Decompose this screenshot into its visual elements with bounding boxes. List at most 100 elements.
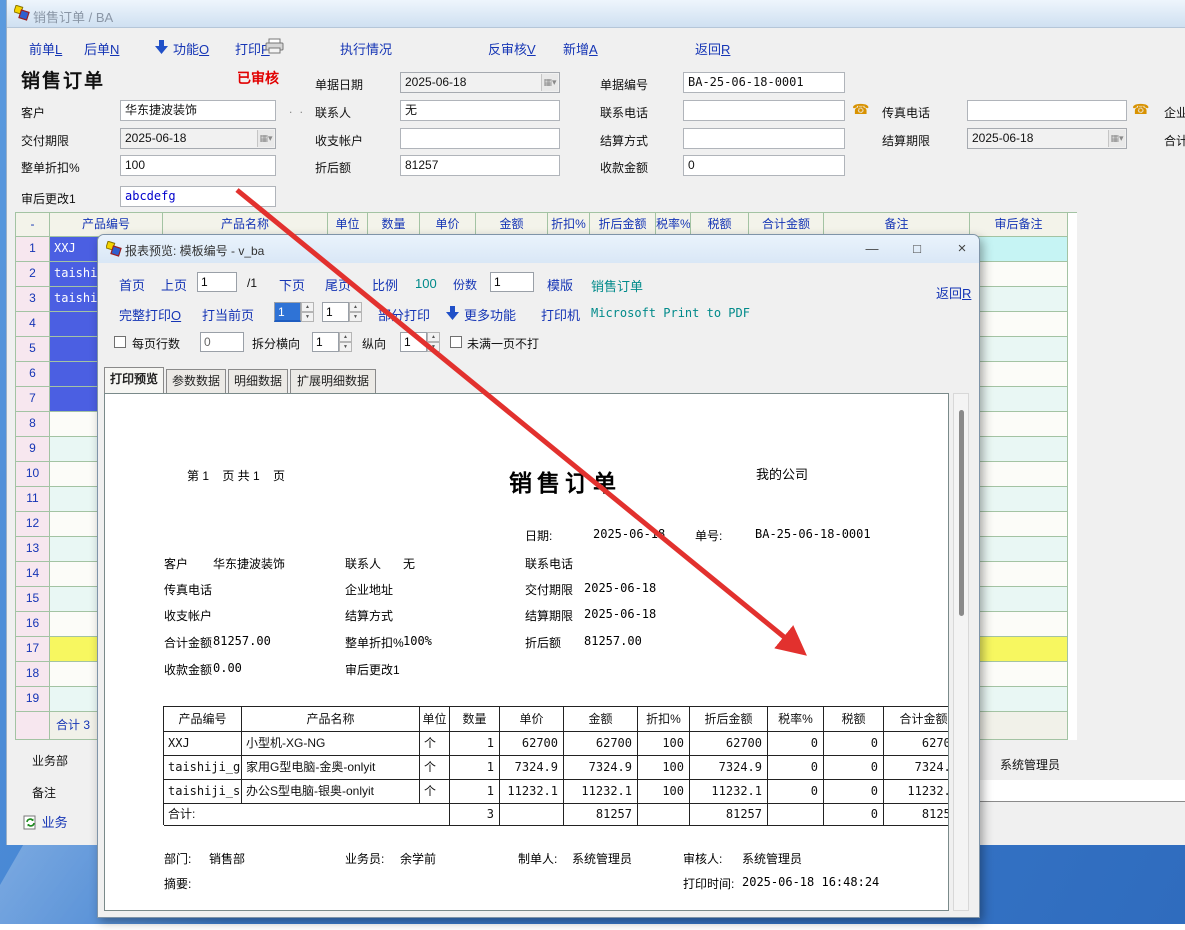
discount-pct-field[interactable]: 100 [120, 155, 276, 176]
copies-input[interactable] [490, 272, 534, 292]
grid-cell[interactable] [970, 612, 1068, 637]
to-page-input[interactable] [322, 302, 349, 322]
grid-row-number[interactable]: 7 [16, 387, 50, 412]
customer-field[interactable]: 华东捷波装饰 [120, 100, 276, 121]
menu-item-return[interactable]: 返回R [695, 39, 730, 58]
last-page-button[interactable]: 尾页 [325, 275, 351, 294]
spin-up-icon[interactable]: ▲ [301, 302, 314, 312]
pay-account-field[interactable] [400, 128, 560, 149]
contact-phone-field[interactable] [683, 100, 845, 121]
print-current-page-button[interactable]: 打当前页 [202, 305, 254, 324]
grid-row-number[interactable]: 8 [16, 412, 50, 437]
grid-cell[interactable] [970, 437, 1068, 462]
skip-partial-page-checkbox[interactable] [450, 336, 462, 348]
preview-vertical-scrollbar[interactable] [953, 393, 969, 911]
grid-row-number[interactable]: 4 [16, 312, 50, 337]
grid-cell[interactable] [970, 312, 1068, 337]
from-page-stepper[interactable]: ▲▼ [274, 302, 314, 322]
spin-down-icon[interactable]: ▼ [427, 342, 440, 352]
tab-extended-detail-data[interactable]: 扩展明细数据 [290, 369, 376, 393]
menu-item-exec-status[interactable]: 执行情况 [340, 39, 392, 58]
spin-down-icon[interactable]: ▼ [301, 312, 314, 322]
grid-cell[interactable] [970, 512, 1068, 537]
grid-row-number[interactable]: 13 [16, 537, 50, 562]
grid-cell[interactable] [970, 362, 1068, 387]
calendar-dropdown-icon[interactable]: ▦▾ [257, 130, 274, 147]
menu-item-next-doc[interactable]: 后单N [84, 39, 119, 58]
fax-phone-field[interactable] [967, 100, 1127, 121]
grid-column-header[interactable]: - [16, 213, 50, 237]
spin-up-icon[interactable]: ▲ [349, 302, 362, 312]
grid-cell[interactable] [970, 662, 1068, 687]
to-page-stepper[interactable]: ▲▼ [322, 302, 362, 322]
split-vertical-stepper[interactable]: ▲▼ [400, 332, 440, 352]
grid-cell[interactable] [970, 587, 1068, 612]
grid-row-number[interactable]: 5 [16, 337, 50, 362]
grid-cell[interactable] [970, 287, 1068, 312]
spin-down-icon[interactable]: ▼ [349, 312, 362, 322]
spin-up-icon[interactable]: ▲ [339, 332, 352, 342]
menu-item-unaudit[interactable]: 反审核V [488, 39, 536, 58]
prev-page-button[interactable]: 上页 [161, 275, 187, 294]
partial-print-button[interactable]: 部分打印 [378, 305, 430, 324]
received-amt-field[interactable]: 0 [683, 155, 845, 176]
next-page-button[interactable]: 下页 [279, 275, 305, 294]
grid-row-number[interactable]: 17 [16, 637, 50, 662]
calendar-dropdown-icon[interactable]: ▦▾ [1108, 130, 1125, 147]
grid-cell[interactable] [970, 387, 1068, 412]
template-button[interactable]: 模版 [547, 275, 573, 294]
full-print-button[interactable]: 完整打印O [119, 305, 181, 324]
grid-cell[interactable] [970, 237, 1068, 262]
tab-detail-data[interactable]: 明细数据 [228, 369, 288, 393]
grid-row-number[interactable]: 14 [16, 562, 50, 587]
grid-cell[interactable] [970, 337, 1068, 362]
printer-name[interactable]: Microsoft Print to PDF [591, 306, 750, 320]
split-vertical-input[interactable] [400, 332, 427, 352]
split-horizontal-input[interactable] [312, 332, 339, 352]
tab-parameter-data[interactable]: 参数数据 [166, 369, 226, 393]
phone-dial-icon[interactable]: ☎ [852, 101, 869, 118]
grid-row-number[interactable]: 9 [16, 437, 50, 462]
spin-down-icon[interactable]: ▼ [339, 342, 352, 352]
grid-cell[interactable] [970, 562, 1068, 587]
dialog-titlebar[interactable]: 报表预览: 模板编号 - v_ba — □ × [98, 235, 979, 263]
customer-lookup-button[interactable]: . . [289, 102, 305, 116]
menu-item-prev-doc[interactable]: 前单L [29, 39, 62, 58]
scrollbar-thumb[interactable] [959, 410, 964, 616]
minimize-button[interactable]: — [853, 238, 891, 260]
grid-cell[interactable] [970, 262, 1068, 287]
grid-row-number[interactable]: 11 [16, 487, 50, 512]
post-audit-change-field[interactable]: abcdefg [120, 186, 276, 207]
grid-cell[interactable] [970, 462, 1068, 487]
rows-per-page-input[interactable] [200, 332, 244, 352]
grid-cell[interactable] [970, 537, 1068, 562]
menu-item-add-new[interactable]: 新增A [563, 39, 598, 58]
rows-per-page-checkbox[interactable] [114, 336, 126, 348]
printer-button[interactable]: 打印机 [541, 305, 580, 324]
close-button[interactable]: × [943, 238, 981, 260]
grid-cell[interactable] [970, 412, 1068, 437]
grid-row-number[interactable]: 12 [16, 512, 50, 537]
grid-cell[interactable] [970, 637, 1068, 662]
menu-item-functions[interactable]: 功能O [173, 39, 209, 58]
more-functions-button[interactable]: 更多功能 [464, 305, 516, 324]
settle-date-field[interactable]: 2025-06-18▦▾ [967, 128, 1127, 149]
grid-cell[interactable] [970, 687, 1068, 712]
doc-date-field[interactable]: 2025-06-18▦▾ [400, 72, 560, 93]
grid-column-header[interactable]: 审后备注 [970, 213, 1068, 237]
grid-row-number[interactable]: 10 [16, 462, 50, 487]
dialog-return-button[interactable]: 返回R [936, 283, 971, 302]
discounted-amt-field[interactable]: 81257 [400, 155, 560, 176]
grid-row-number[interactable]: 3 [16, 287, 50, 312]
doc-no-field[interactable]: BA-25-06-18-0001 [683, 72, 845, 93]
grid-row-number[interactable]: 15 [16, 587, 50, 612]
grid-cell[interactable] [970, 487, 1068, 512]
calendar-dropdown-icon[interactable]: ▦▾ [541, 74, 558, 91]
maximize-button[interactable]: □ [898, 238, 936, 260]
settle-method-field[interactable] [683, 128, 845, 149]
contact-field[interactable]: 无 [400, 100, 560, 121]
tab-print-preview[interactable]: 打印预览 [104, 367, 164, 393]
scale-button[interactable]: 比例 [372, 275, 398, 294]
grid-row-number[interactable]: 2 [16, 262, 50, 287]
grid-row-number[interactable]: 16 [16, 612, 50, 637]
